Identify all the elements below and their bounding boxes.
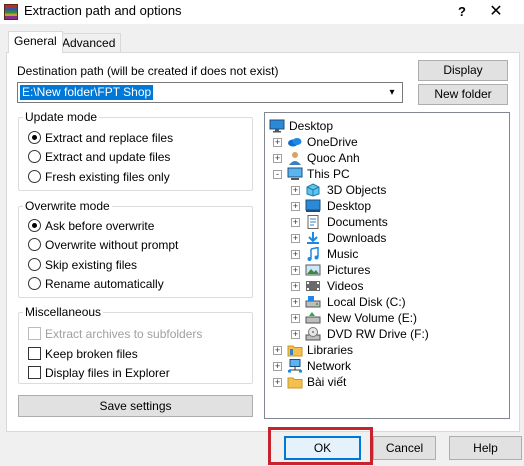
display-button[interactable]: Display xyxy=(418,60,508,81)
expand-icon[interactable]: + xyxy=(273,154,282,163)
destination-label: Destination path (will be created if doe… xyxy=(17,64,279,78)
expand-icon[interactable]: + xyxy=(291,298,300,307)
expand-icon[interactable]: + xyxy=(291,202,300,211)
network-icon xyxy=(288,359,302,373)
expand-icon[interactable]: + xyxy=(291,234,300,243)
cancel-button[interactable]: Cancel xyxy=(373,436,436,460)
save-settings-button[interactable]: Save settings xyxy=(18,395,253,417)
radio-button[interactable] xyxy=(28,219,41,232)
radio-button[interactable] xyxy=(28,170,41,183)
expand-icon[interactable]: + xyxy=(291,266,300,275)
radio-extract-and-replace[interactable]: Extract and replace files xyxy=(28,130,173,146)
expand-icon[interactable]: + xyxy=(291,330,300,339)
title-bar: Extraction path and options ? ✕ xyxy=(0,0,524,24)
radio-skip-existing[interactable]: Skip existing files xyxy=(28,257,137,273)
cloud-icon xyxy=(288,138,302,147)
expand-icon[interactable]: + xyxy=(291,218,300,227)
radio-ask-before-overwrite[interactable]: Ask before overwrite xyxy=(28,218,154,234)
radio-overwrite-without-prompt[interactable]: Overwrite without prompt xyxy=(28,237,178,253)
folder-tree[interactable]: Desktop + OneDrive + Quoc Anh - This PC … xyxy=(264,112,510,419)
checkbox[interactable] xyxy=(28,347,41,360)
expand-icon[interactable]: + xyxy=(273,346,282,355)
document-icon xyxy=(307,215,319,229)
radio-button[interactable] xyxy=(28,238,41,251)
close-button[interactable]: ✕ xyxy=(480,0,512,24)
video-icon xyxy=(306,281,320,291)
overwrite-mode-title: Overwrite mode xyxy=(23,199,112,213)
checkbox-extract-to-subfolders: Extract archives to subfolders xyxy=(28,326,202,342)
radio-rename-automatically[interactable]: Rename automatically xyxy=(28,276,164,292)
radio-button[interactable] xyxy=(28,150,41,163)
drive-icon xyxy=(305,312,321,324)
folder-icon xyxy=(287,345,303,357)
expand-icon[interactable]: + xyxy=(291,282,300,291)
new-folder-button[interactable]: New folder xyxy=(418,84,508,105)
help-title-button[interactable]: ? xyxy=(446,0,478,24)
update-mode-title: Update mode xyxy=(23,110,100,124)
drive-icon xyxy=(305,296,321,308)
destination-path-value[interactable]: E:\New folder\FPT Shop xyxy=(20,85,154,100)
radio-button[interactable] xyxy=(28,258,41,271)
folder-icon xyxy=(287,377,303,389)
collapse-icon[interactable]: - xyxy=(273,170,282,179)
expand-icon[interactable]: + xyxy=(291,186,300,195)
destination-path-combobox[interactable]: E:\New folder\FPT Shop ▾ xyxy=(17,82,403,103)
expand-icon[interactable]: + xyxy=(273,138,282,147)
miscellaneous-title: Miscellaneous xyxy=(23,305,104,319)
checkbox[interactable] xyxy=(28,366,41,379)
expand-icon[interactable]: + xyxy=(291,314,300,323)
expand-icon[interactable]: + xyxy=(273,378,282,387)
cube-icon xyxy=(306,183,320,197)
user-icon xyxy=(289,152,301,165)
picture-icon xyxy=(305,264,321,276)
dvd-icon xyxy=(305,327,321,341)
tab-general[interactable]: General xyxy=(8,31,63,53)
checkbox-display-in-explorer[interactable]: Display files in Explorer xyxy=(28,365,170,381)
ok-button[interactable]: OK xyxy=(284,436,361,460)
radio-fresh-existing[interactable]: Fresh existing files only xyxy=(28,169,170,185)
desktop-icon xyxy=(269,119,285,133)
help-button[interactable]: Help xyxy=(449,436,522,460)
download-icon xyxy=(307,232,319,244)
expand-icon[interactable]: + xyxy=(273,362,282,371)
computer-icon xyxy=(287,167,303,180)
desktop-icon xyxy=(305,199,321,212)
window-title: Extraction path and options xyxy=(24,3,182,18)
music-icon xyxy=(307,247,319,261)
checkbox xyxy=(28,327,41,340)
radio-button[interactable] xyxy=(28,131,41,144)
tab-advanced[interactable]: Advanced xyxy=(56,33,122,53)
expand-icon[interactable]: + xyxy=(291,250,300,259)
chevron-down-icon[interactable]: ▾ xyxy=(385,85,399,100)
radio-extract-and-update[interactable]: Extract and update files xyxy=(28,149,170,165)
winrar-app-icon xyxy=(4,4,18,20)
checkbox-keep-broken-files[interactable]: Keep broken files xyxy=(28,346,138,362)
radio-button[interactable] xyxy=(28,277,41,290)
